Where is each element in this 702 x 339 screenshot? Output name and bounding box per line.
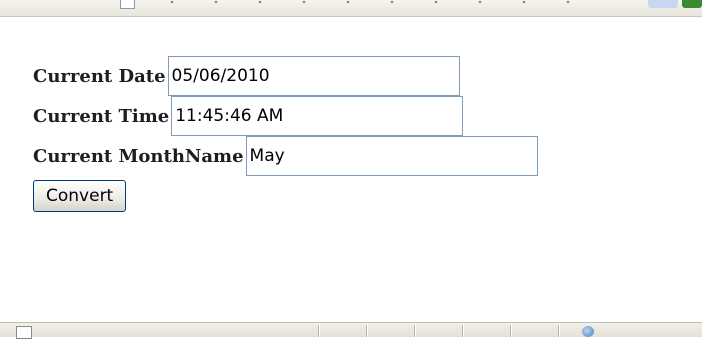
status-separator [414, 325, 416, 337]
browser-toolbar-strip [0, 0, 702, 17]
globe-icon [582, 326, 594, 337]
checkbox-icon[interactable] [120, 0, 135, 9]
status-separator [318, 325, 320, 337]
current-date-input[interactable] [167, 56, 460, 96]
toolbar-green-button-icon[interactable] [682, 0, 702, 8]
status-bar [0, 322, 702, 339]
convert-button[interactable]: Convert [33, 180, 127, 212]
date-row: Current Date [33, 56, 538, 96]
page-icon [16, 326, 32, 339]
current-date-label: Current Date [33, 65, 166, 87]
status-separator [510, 325, 512, 337]
status-separator [558, 325, 560, 337]
month-row: Current MonthName [33, 136, 538, 176]
conversion-form: Current Date Current Time Current MonthN… [33, 56, 538, 212]
current-time-label: Current Time [33, 105, 170, 127]
current-time-input[interactable] [171, 96, 464, 136]
current-month-name-label: Current MonthName [33, 145, 244, 167]
current-month-name-input[interactable] [245, 136, 538, 176]
toolbar-blue-button-icon[interactable] [648, 0, 678, 8]
status-separator [366, 325, 368, 337]
status-separator [462, 325, 464, 337]
time-row: Current Time [33, 96, 538, 136]
toolbar-dots [150, 0, 590, 4]
